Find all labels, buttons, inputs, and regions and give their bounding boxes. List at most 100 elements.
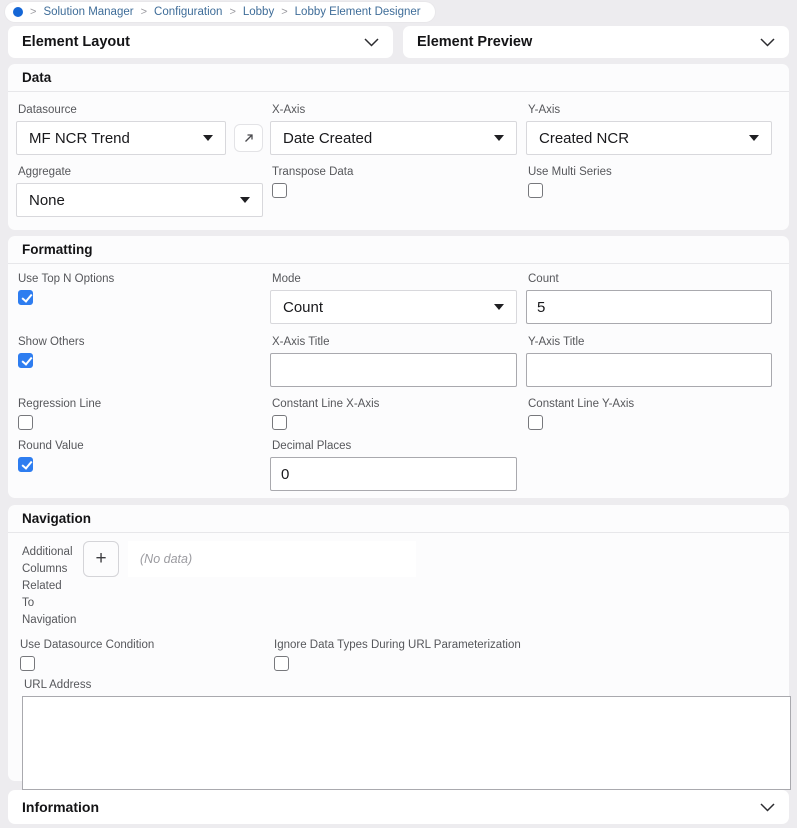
show-others-field: Show Others: [16, 336, 270, 387]
aggregate-label: Aggregate: [16, 166, 270, 178]
no-data-text: (No data): [140, 552, 192, 566]
y-axis-title-field: Y-Axis Title: [526, 336, 781, 387]
element-layout-title: Element Layout: [22, 34, 130, 50]
caret-down-icon: [203, 135, 213, 141]
add-column-button[interactable]: +: [83, 541, 119, 577]
count-input[interactable]: [526, 290, 772, 324]
url-address-label: URL Address: [22, 679, 774, 691]
datasource-label: Datasource: [16, 104, 270, 116]
breadcrumb-separator: >: [281, 6, 287, 18]
y-axis-field: Y-Axis Created NCR: [526, 104, 781, 155]
caret-down-icon: [749, 135, 759, 141]
url-address-field: URL Address: [16, 679, 781, 790]
use-top-n-label: Use Top N Options: [16, 273, 270, 285]
app-status-dot-icon: [13, 7, 23, 17]
caret-down-icon: [240, 197, 250, 203]
aggregate-value: None: [29, 192, 65, 209]
data-panel-title: Data: [20, 70, 51, 85]
use-multi-series-checkbox[interactable]: [528, 183, 543, 198]
count-label: Count: [526, 273, 781, 285]
additional-columns-label: Additional Columns Related To Navigation: [22, 541, 74, 629]
show-others-label: Show Others: [16, 336, 270, 348]
regression-line-checkbox[interactable]: [18, 415, 33, 430]
y-axis-title-input[interactable]: [526, 353, 772, 387]
navigation-panel: Navigation Additional Columns Related To…: [8, 505, 789, 781]
open-in-new-icon: [243, 132, 255, 144]
y-axis-label: Y-Axis: [526, 104, 781, 116]
regression-line-label: Regression Line: [16, 398, 270, 410]
x-axis-title-field: X-Axis Title: [270, 336, 526, 387]
breadcrumb-item-solution-manager[interactable]: Solution Manager: [43, 6, 133, 18]
breadcrumb-item-lobby-element-designer[interactable]: Lobby Element Designer: [295, 6, 421, 18]
x-axis-dropdown[interactable]: Date Created: [270, 121, 517, 155]
constant-line-x-checkbox[interactable]: [272, 415, 287, 430]
x-axis-label: X-Axis: [270, 104, 526, 116]
y-axis-title-label: Y-Axis Title: [526, 336, 781, 348]
breadcrumb-separator: >: [229, 6, 235, 18]
transpose-data-checkbox[interactable]: [272, 183, 287, 198]
chevron-down-icon: [760, 803, 775, 812]
x-axis-value: Date Created: [283, 130, 372, 147]
use-datasource-condition-checkbox[interactable]: [20, 656, 35, 671]
y-axis-value: Created NCR: [539, 130, 629, 147]
constant-line-y-checkbox[interactable]: [528, 415, 543, 430]
datasource-value: MF NCR Trend: [29, 130, 130, 147]
url-address-textarea[interactable]: [22, 696, 791, 790]
breadcrumb-item-configuration[interactable]: Configuration: [154, 6, 222, 18]
breadcrumb: > Solution Manager > Configuration > Lob…: [5, 2, 435, 22]
additional-columns-field: Additional Columns Related To Navigation…: [16, 541, 781, 629]
transpose-data-label: Transpose Data: [270, 166, 526, 178]
round-value-field: Round Value: [16, 440, 270, 491]
x-axis-title-input[interactable]: [270, 353, 517, 387]
regression-line-field: Regression Line: [16, 398, 270, 430]
element-preview-title: Element Preview: [417, 34, 532, 50]
round-value-checkbox[interactable]: [18, 457, 33, 472]
constant-line-x-field: Constant Line X-Axis: [270, 398, 526, 430]
chevron-down-icon: [364, 38, 379, 47]
constant-line-y-label: Constant Line Y-Axis: [526, 398, 781, 410]
constant-line-y-field: Constant Line Y-Axis: [526, 398, 781, 430]
formatting-panel-title: Formatting: [20, 242, 93, 257]
use-top-n-checkbox[interactable]: [18, 290, 33, 305]
aggregate-field: Aggregate None: [16, 166, 270, 217]
ignore-data-types-label: Ignore Data Types During URL Parameteriz…: [272, 639, 783, 651]
navigation-panel-header: Navigation: [8, 505, 789, 533]
open-datasource-button[interactable]: [234, 124, 263, 152]
information-accordion[interactable]: Information: [8, 790, 789, 824]
ignore-data-types-field: Ignore Data Types During URL Parameteriz…: [272, 639, 783, 671]
data-panel-header: Data: [8, 64, 789, 92]
element-layout-accordion[interactable]: Element Layout: [8, 26, 393, 58]
transpose-data-field: Transpose Data: [270, 166, 526, 217]
information-title: Information: [22, 799, 99, 815]
breadcrumb-separator: >: [30, 6, 36, 18]
ignore-data-types-checkbox[interactable]: [274, 656, 289, 671]
element-preview-accordion[interactable]: Element Preview: [403, 26, 789, 58]
aggregate-dropdown[interactable]: None: [16, 183, 263, 217]
constant-line-x-label: Constant Line X-Axis: [270, 398, 526, 410]
count-field: Count: [526, 273, 781, 324]
mode-label: Mode: [270, 273, 526, 285]
y-axis-dropdown[interactable]: Created NCR: [526, 121, 772, 155]
use-datasource-condition-label: Use Datasource Condition: [18, 639, 272, 651]
breadcrumb-separator: >: [141, 6, 147, 18]
formatting-panel: Formatting Use Top N Options Mode Count …: [8, 236, 789, 498]
x-axis-field: X-Axis Date Created: [270, 104, 526, 155]
decimal-places-field: Decimal Places: [270, 440, 526, 491]
breadcrumb-item-lobby[interactable]: Lobby: [243, 6, 274, 18]
datasource-dropdown[interactable]: MF NCR Trend: [16, 121, 226, 155]
chevron-down-icon: [760, 38, 775, 47]
use-datasource-condition-field: Use Datasource Condition: [18, 639, 272, 671]
caret-down-icon: [494, 135, 504, 141]
show-others-checkbox[interactable]: [18, 353, 33, 368]
data-panel: Data Datasource MF NCR Trend: [8, 64, 789, 230]
x-axis-title-label: X-Axis Title: [270, 336, 526, 348]
formatting-panel-header: Formatting: [8, 236, 789, 264]
use-multi-series-field: Use Multi Series: [526, 166, 781, 217]
mode-value: Count: [283, 299, 323, 316]
mode-field: Mode Count: [270, 273, 526, 324]
additional-columns-empty-list: (No data): [128, 541, 416, 577]
decimal-places-input[interactable]: [270, 457, 517, 491]
mode-dropdown[interactable]: Count: [270, 290, 517, 324]
use-top-n-field: Use Top N Options: [16, 273, 270, 324]
round-value-label: Round Value: [16, 440, 270, 452]
